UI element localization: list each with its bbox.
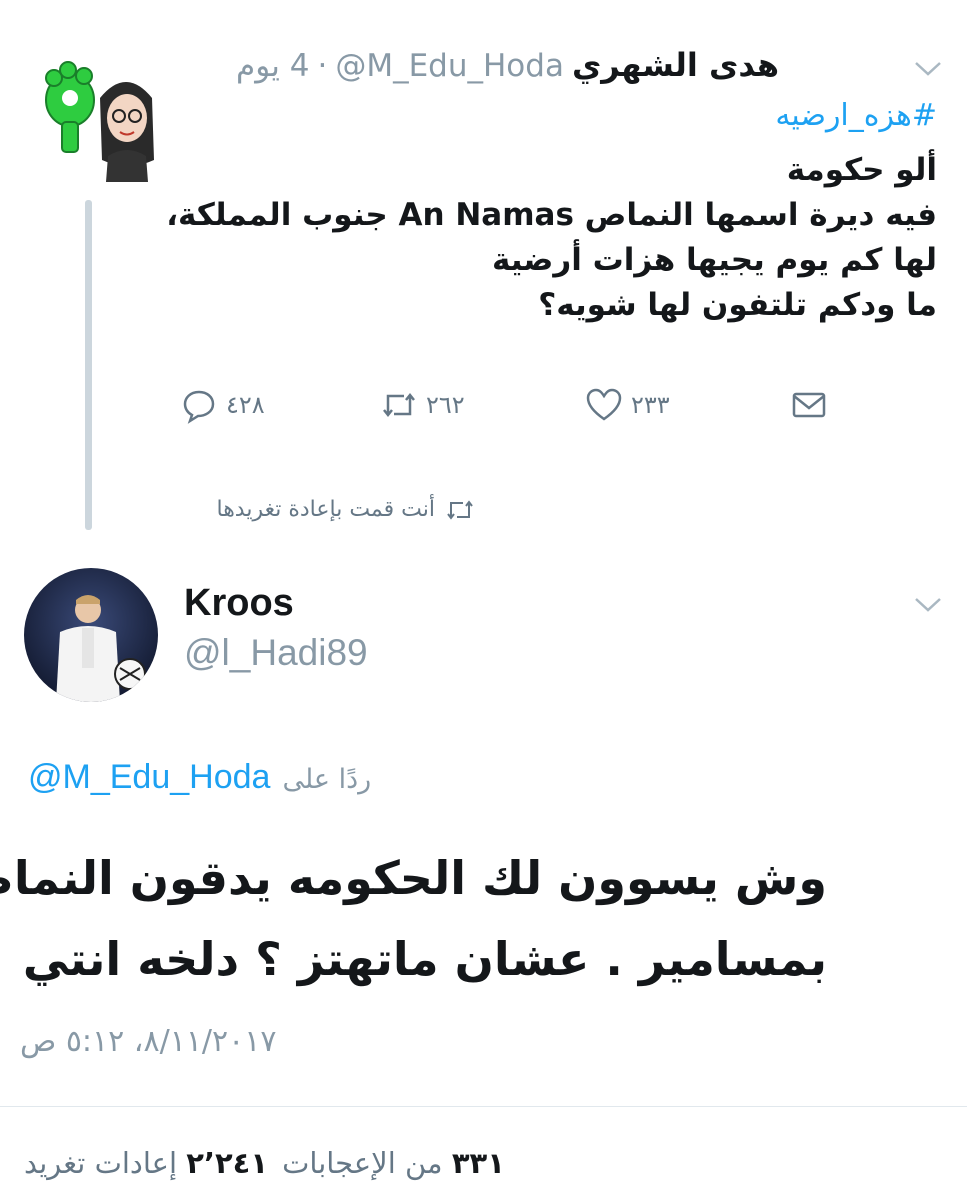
tweet2-body: وش يسوون لك الحكومه يدقون النماص بمسامير… [0, 838, 827, 999]
reply-button[interactable]: ٤٢٨ [180, 386, 265, 424]
tweet2-line: وش يسوون لك الحكومه يدقون النماص [0, 851, 827, 905]
tweet2-timestamp[interactable]: ٨/١١/٢٠١٧، ٥:١٢ ص [20, 1024, 277, 1059]
tweet2-author-name[interactable]: Kroos [184, 582, 294, 625]
heart-icon [586, 388, 622, 421]
replying-to: @M_Edu_Hoda ردًا على [28, 758, 371, 797]
tweet1-author-handle[interactable]: @M_Edu_Hoda [335, 48, 564, 84]
tweet1-time[interactable]: 4 يوم [236, 48, 309, 84]
tweet1-body: ألو حكومة فيه ديرة اسمها النماص An Namas… [166, 148, 937, 328]
tweet1-header: هدى الشهري @M_Edu_Hoda · 4 يوم [236, 46, 779, 84]
avatar-hoda[interactable] [40, 48, 158, 188]
tweet1-author-name[interactable]: هدى الشهري [572, 46, 779, 84]
retweet-icon [383, 392, 415, 418]
like-button[interactable]: ٢٣٣ [585, 386, 670, 424]
tweet1-line: لها كم يوم يجيها هزات أرضية [491, 241, 937, 278]
retweets-label: إعادات تغريد [24, 1146, 178, 1180]
retweet-button[interactable]: ٢٦٢ [380, 386, 465, 424]
retweets-count: ٢٬٢٤١ [186, 1146, 269, 1180]
avatar-kroos[interactable] [24, 568, 158, 702]
retweet-note-text: أنت قمت بإعادة تغريدها [216, 497, 436, 522]
tweet1-line: فيه ديرة اسمها النماص An Namas جنوب المم… [166, 196, 937, 233]
replying-to-handle[interactable]: @M_Edu_Hoda [28, 758, 270, 797]
divider [0, 1106, 967, 1107]
retweet-count: ٢٦٢ [426, 391, 465, 419]
tweet1-separator: · [317, 48, 328, 84]
likes-label: من الإعجابات [282, 1146, 443, 1180]
tweet2-author-handle[interactable]: @l_Hadi89 [184, 632, 368, 674]
like-count: ٢٣٣ [631, 391, 670, 419]
likes-stat[interactable]: ٣٣١ من الإعجابات [282, 1146, 505, 1180]
tweet1-line: ألو حكومة [786, 152, 937, 188]
chevron-down-icon[interactable] [913, 58, 943, 78]
reply-count: ٤٢٨ [226, 391, 265, 419]
tweet1-action-bar: ٤٢٨ ٢٦٢ ٢٣٣ [180, 386, 840, 432]
tweet2-line: بمسامير . عشان ماتهتز ؟ دلخه انتي [22, 931, 827, 986]
tweet1-line: ما ودكم تلتفون لها شويه؟ [538, 286, 937, 323]
likes-count: ٣٣١ [451, 1146, 505, 1180]
chevron-down-icon[interactable] [913, 594, 943, 614]
thread-connector-line [85, 200, 92, 530]
direct-message-button[interactable] [790, 386, 828, 424]
retweets-stat[interactable]: ٢٬٢٤١ إعادات تغريد [24, 1146, 268, 1180]
retweeted-by-you-note: أنت قمت بإعادة تغريدها [217, 497, 476, 522]
tweet1-hashtag[interactable]: #هزه_ارضيه [775, 98, 937, 133]
tweet2-stats: ٣٣١ من الإعجابات ٢٬٢٤١ إعادات تغريد [24, 1146, 505, 1180]
replying-to-label: ردًا على [282, 764, 372, 795]
avatar-photo [24, 568, 158, 702]
envelope-icon [792, 392, 826, 418]
reply-icon [183, 390, 215, 424]
retweet-icon [447, 499, 473, 520]
avatar-illustration [45, 61, 154, 182]
